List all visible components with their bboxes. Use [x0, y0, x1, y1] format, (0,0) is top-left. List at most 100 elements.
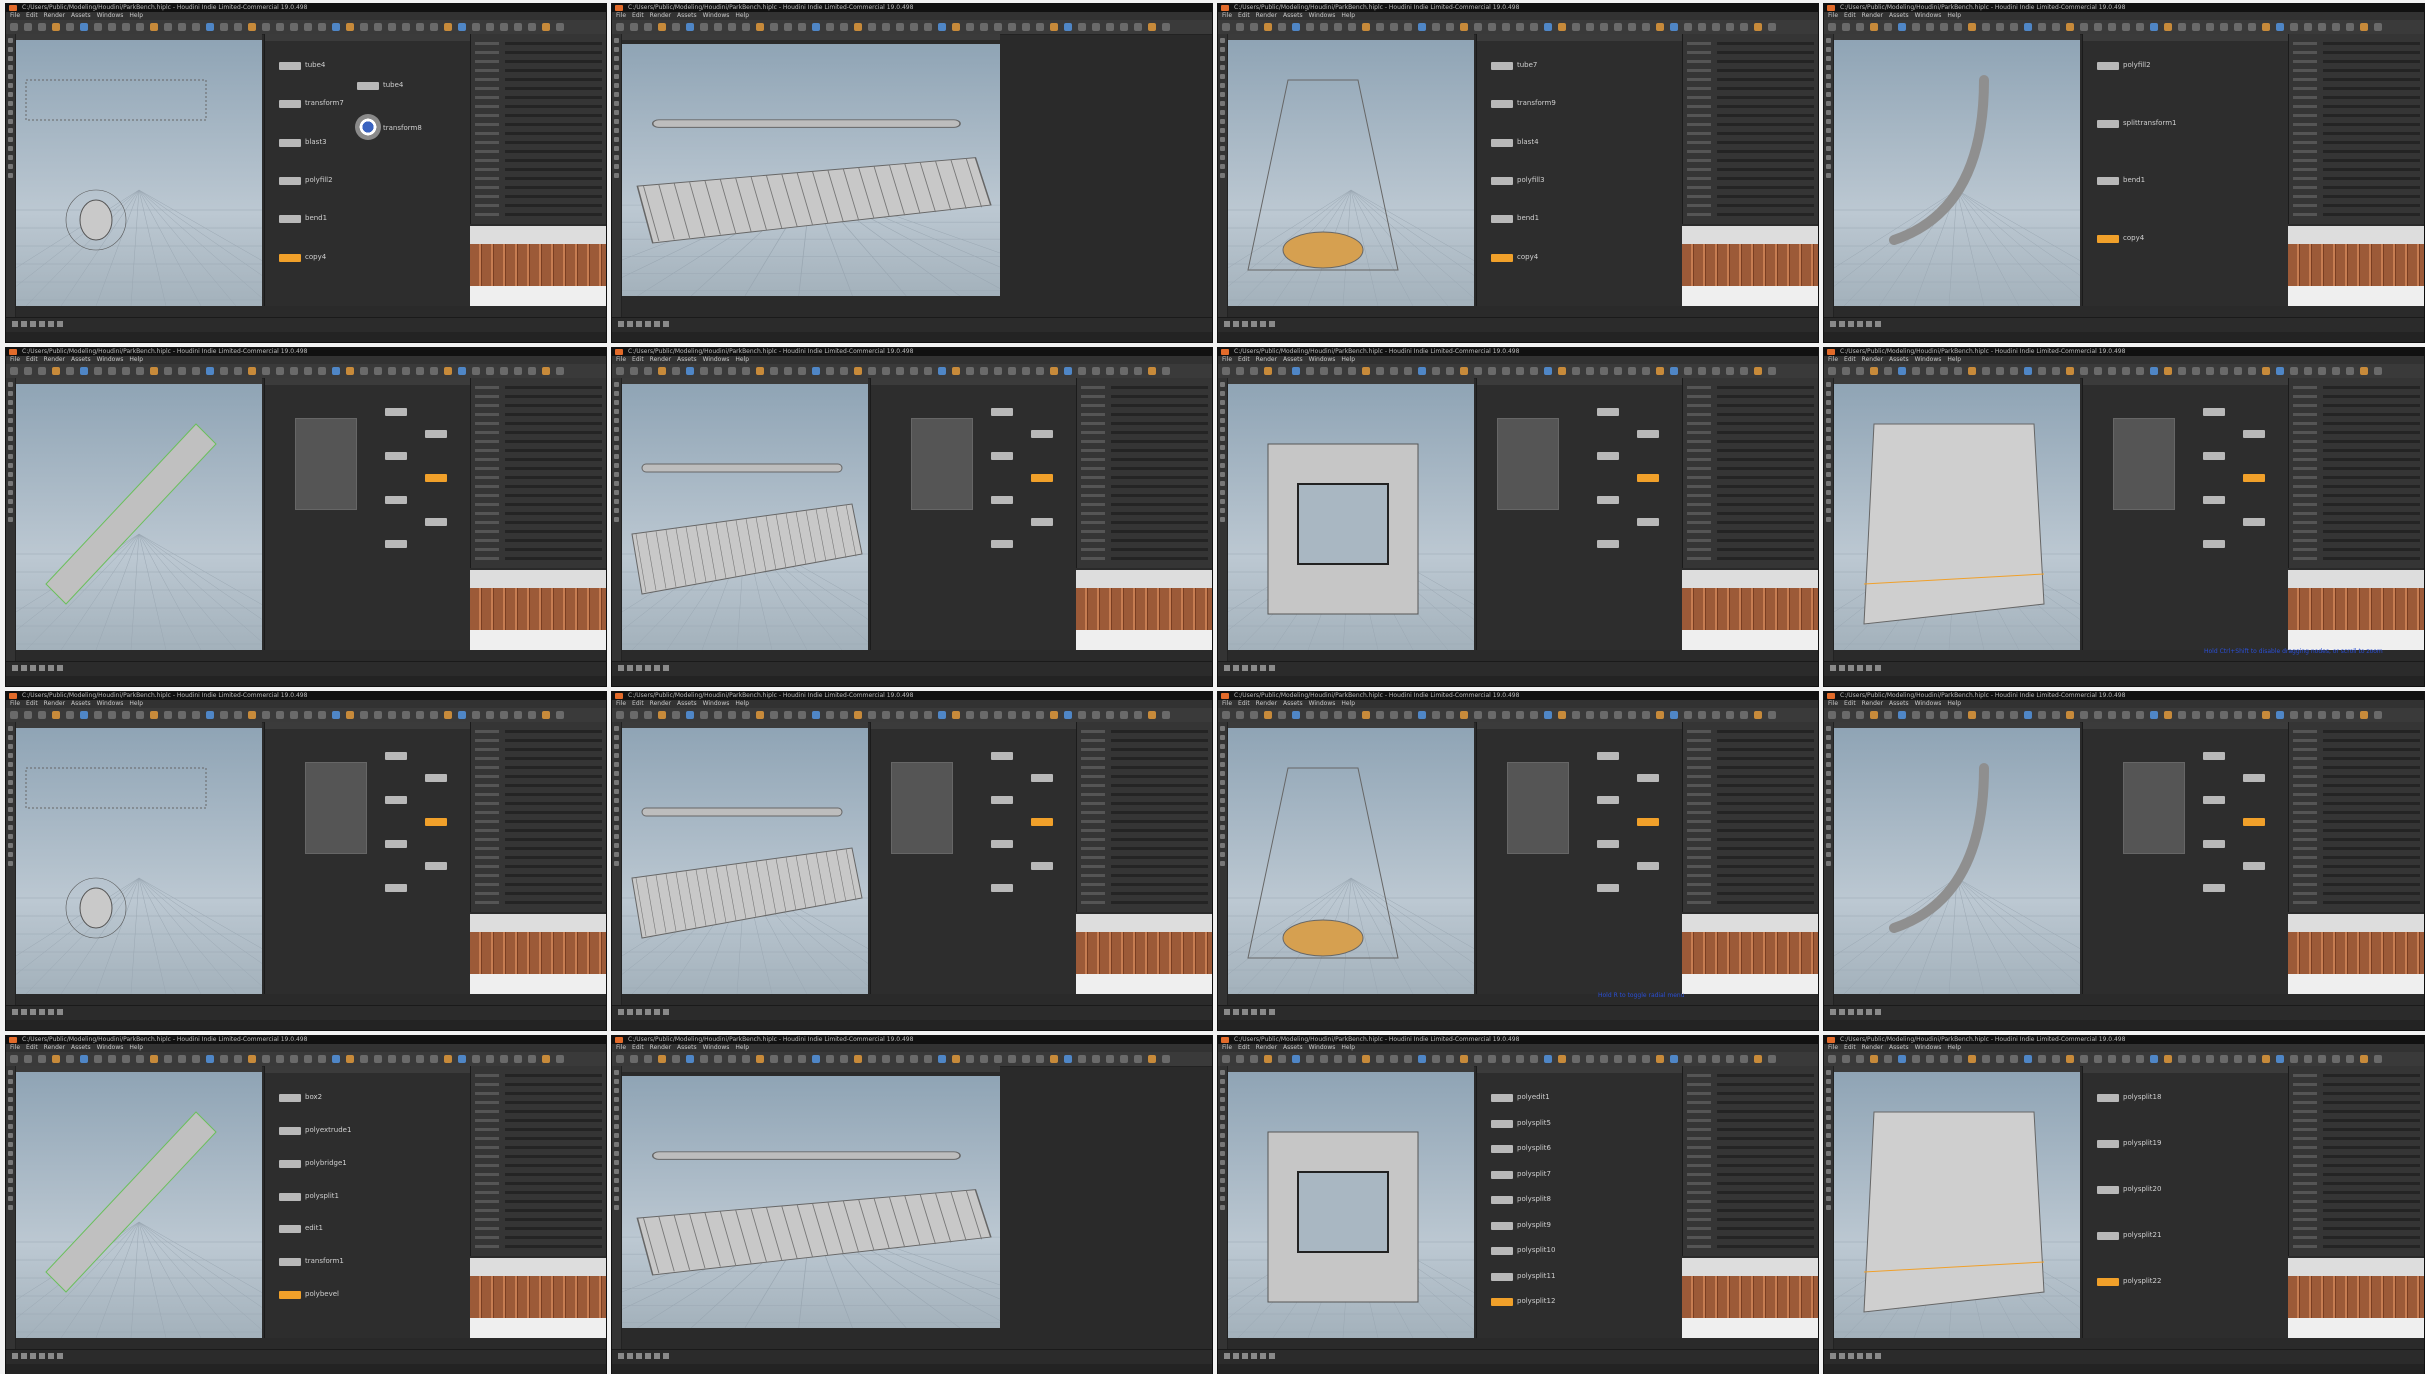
parameter-field[interactable]: [505, 1200, 602, 1203]
select-tool-icon[interactable]: [1220, 517, 1225, 522]
parameter-row[interactable]: [2293, 1191, 2420, 1195]
parameter-field[interactable]: [505, 838, 602, 841]
select-tool-icon[interactable]: [614, 1178, 619, 1183]
parameter-field[interactable]: [1717, 60, 1814, 63]
parameter-field[interactable]: [2323, 901, 2420, 904]
shelf-tool-icon[interactable]: [1362, 23, 1370, 31]
shelf-tool-icon[interactable]: [178, 367, 186, 375]
shelf-tool-icon[interactable]: [2248, 1055, 2256, 1063]
menu-item[interactable]: Edit: [632, 1044, 644, 1051]
scene-viewport[interactable]: [1834, 728, 2080, 994]
parameter-row[interactable]: [1081, 802, 1208, 806]
parameter-field[interactable]: [505, 123, 602, 126]
parameter-field[interactable]: [1717, 1200, 1814, 1203]
select-tool-icon[interactable]: [8, 753, 13, 758]
select-tool-icon[interactable]: [1220, 1142, 1225, 1147]
shelf-tool-icon[interactable]: [2080, 367, 2088, 375]
parameter-row[interactable]: [1081, 539, 1208, 543]
play-control-icon[interactable]: [1260, 1353, 1266, 1359]
shelf-tool-icon[interactable]: [2052, 711, 2060, 719]
shelf-tool-icon[interactable]: [192, 711, 200, 719]
parameter-row[interactable]: [2293, 159, 2420, 163]
select-tool-icon[interactable]: [1826, 101, 1831, 106]
select-tool-icon[interactable]: [1826, 173, 1831, 178]
sop-node[interactable]: [1491, 1094, 1513, 1102]
shelf-tool-icon[interactable]: [1236, 23, 1244, 31]
shelf-tool-icon[interactable]: [332, 367, 340, 375]
parameter-row[interactable]: [2293, 757, 2420, 761]
shelf-tool-icon[interactable]: [108, 23, 116, 31]
parameter-field[interactable]: [1717, 1128, 1814, 1131]
parameter-field[interactable]: [505, 874, 602, 877]
shelf-tool-icon[interactable]: [472, 1055, 480, 1063]
network-editor[interactable]: [2082, 378, 2288, 650]
select-tool-icon[interactable]: [1220, 427, 1225, 432]
shelf-tool-icon[interactable]: [1912, 1055, 1920, 1063]
parameter-field[interactable]: [505, 901, 602, 904]
parameter-row[interactable]: [475, 1092, 602, 1096]
parameter-row[interactable]: [1687, 784, 1814, 788]
shelf-tool-icon[interactable]: [2220, 711, 2228, 719]
parameter-row[interactable]: [475, 141, 602, 145]
shelf-tool-icon[interactable]: [234, 23, 242, 31]
shelf-tool-icon[interactable]: [1134, 23, 1142, 31]
shelf-tool-icon[interactable]: [1898, 711, 1906, 719]
parameter-field[interactable]: [505, 829, 602, 832]
menu-item[interactable]: Edit: [26, 356, 38, 363]
play-control-icon[interactable]: [645, 665, 651, 671]
parameter-field[interactable]: [2323, 1182, 2420, 1185]
shelf-tool-icon[interactable]: [2276, 23, 2284, 31]
shelf-tool-icon[interactable]: [756, 367, 764, 375]
parameter-field[interactable]: [1111, 386, 1208, 389]
sop-node[interactable]: [279, 1094, 301, 1102]
parameter-field[interactable]: [1717, 820, 1814, 823]
select-tool-icon[interactable]: [1220, 463, 1225, 468]
parameter-row[interactable]: [1687, 404, 1814, 408]
parameter-row[interactable]: [2293, 856, 2420, 860]
parameter-row[interactable]: [1687, 141, 1814, 145]
shelf-tool-icon[interactable]: [388, 367, 396, 375]
shelf-tool-icon[interactable]: [2052, 23, 2060, 31]
menu-item[interactable]: Assets: [1889, 356, 1909, 363]
shelf-tool-icon[interactable]: [742, 1055, 750, 1063]
shelf-tool-icon[interactable]: [1502, 23, 1510, 31]
shelf-tool-icon[interactable]: [1940, 367, 1948, 375]
scene-viewport[interactable]: [1228, 384, 1474, 650]
network-box[interactable]: [2113, 418, 2175, 510]
shelf-tool-icon[interactable]: [1446, 23, 1454, 31]
parameter-field[interactable]: [2323, 458, 2420, 461]
shelf-tool-icon[interactable]: [2122, 367, 2130, 375]
parameter-row[interactable]: [475, 1146, 602, 1150]
parameter-row[interactable]: [2293, 1074, 2420, 1078]
sop-node[interactable]: [2203, 840, 2225, 848]
parameter-field[interactable]: [1717, 1173, 1814, 1176]
parameter-field[interactable]: [1717, 141, 1814, 144]
parameter-field[interactable]: [505, 766, 602, 769]
parameter-field[interactable]: [1717, 485, 1814, 488]
scene-viewport[interactable]: [1834, 1072, 2080, 1338]
shelf-tool-icon[interactable]: [220, 23, 228, 31]
parameter-row[interactable]: [475, 150, 602, 154]
parameter-row[interactable]: [2293, 78, 2420, 82]
playbar[interactable]: [1218, 1349, 1818, 1364]
sop-node[interactable]: [1491, 1221, 1513, 1230]
select-tool-icon[interactable]: [1826, 1088, 1831, 1093]
shelf-tool-icon[interactable]: [1334, 23, 1342, 31]
node-radial-ring-icon[interactable]: [355, 114, 381, 140]
shelf-tool-icon[interactable]: [1642, 711, 1650, 719]
play-control-icon[interactable]: [1839, 1009, 1845, 1015]
parameter-row[interactable]: [475, 784, 602, 788]
parameter-field[interactable]: [1111, 404, 1208, 407]
shelf-tool-icon[interactable]: [1390, 1055, 1398, 1063]
parameter-field[interactable]: [505, 440, 602, 443]
shelf-tool-icon[interactable]: [1236, 367, 1244, 375]
shelf-tool-icon[interactable]: [1008, 23, 1016, 31]
parameter-field[interactable]: [505, 87, 602, 90]
parameter-field[interactable]: [1717, 87, 1814, 90]
shelf-tool-icon[interactable]: [346, 367, 354, 375]
shelf-tool-icon[interactable]: [616, 23, 624, 31]
parameter-field[interactable]: [1717, 204, 1814, 207]
menu-item[interactable]: Windows: [703, 12, 730, 19]
parameter-row[interactable]: [475, 1074, 602, 1078]
menu-item[interactable]: Render: [1256, 1044, 1277, 1051]
